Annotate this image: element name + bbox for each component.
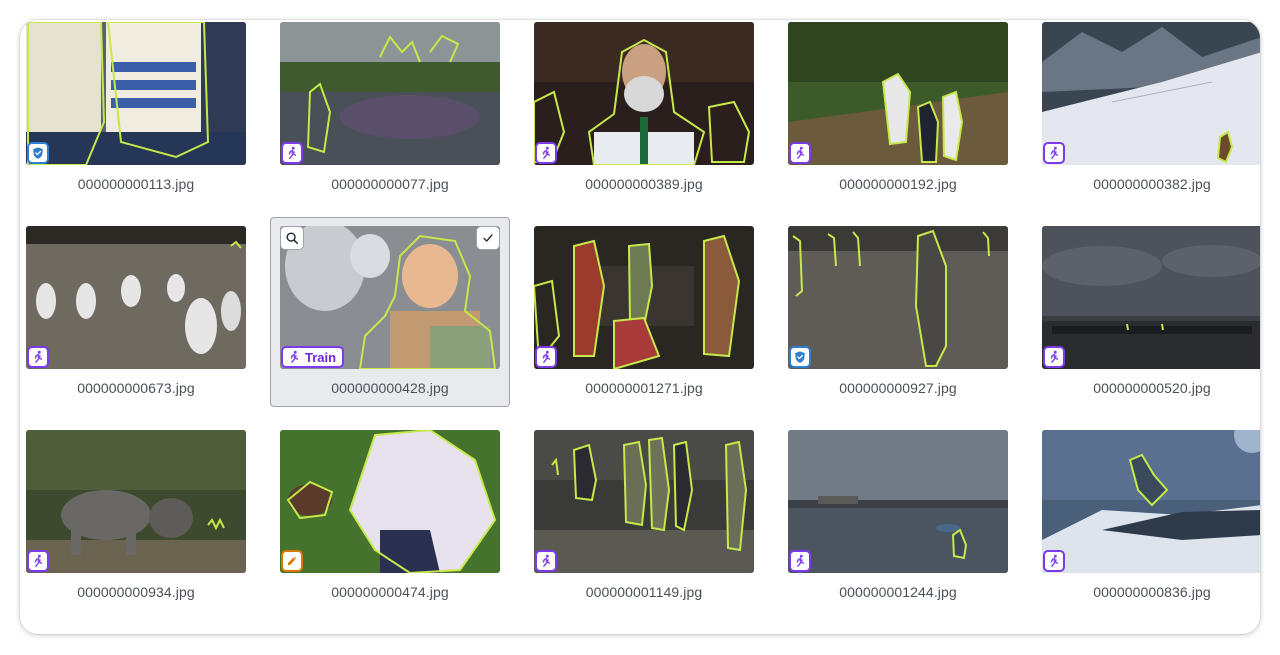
image-thumbnail[interactable] (534, 430, 754, 573)
image-filename: 000000000934.jpg (77, 584, 195, 600)
split-badge (281, 142, 303, 164)
runner-icon (1047, 350, 1061, 364)
split-badge (27, 346, 49, 368)
split-badge (789, 346, 811, 368)
thumbnail-image (1042, 226, 1260, 369)
image-thumbnail[interactable] (1042, 22, 1260, 165)
split-badge-expanded: Train (281, 346, 345, 368)
select-checkbox[interactable] (476, 226, 500, 250)
image-filename: 000000001271.jpg (585, 380, 703, 396)
split-badge (281, 550, 303, 572)
image-filename: 000000000428.jpg (331, 380, 449, 396)
image-thumbnail[interactable] (26, 22, 246, 165)
gallery-card[interactable]: 000000000673.jpg (20, 224, 274, 428)
thumbnail-image (1042, 22, 1260, 165)
image-thumbnail[interactable] (1042, 430, 1260, 573)
gallery-card[interactable]: 000000000474.jpg (274, 428, 528, 632)
thumbnail-image (1042, 430, 1260, 573)
image-filename: 000000000192.jpg (839, 176, 957, 192)
thumbnail-image (534, 430, 754, 573)
runner-icon (287, 350, 301, 364)
gallery-card[interactable]: 000000000192.jpg (782, 20, 1036, 224)
search-icon (286, 232, 299, 245)
gallery-card[interactable]: 000000001271.jpg (528, 224, 782, 428)
pencil-icon (285, 554, 299, 568)
thumbnail-image (280, 22, 500, 165)
thumbnail-image (26, 430, 246, 573)
gallery-card[interactable]: 000000000113.jpg (20, 20, 274, 224)
image-thumbnail[interactable] (788, 430, 1008, 573)
image-thumbnail[interactable] (788, 22, 1008, 165)
split-label: Train (305, 349, 337, 365)
gallery-card[interactable]: 000000000389.jpg (528, 20, 782, 224)
thumbnail-image (534, 22, 754, 165)
split-badge (1043, 550, 1065, 572)
image-thumbnail[interactable] (280, 430, 500, 573)
runner-icon (793, 554, 807, 568)
image-filename: 000000000389.jpg (585, 176, 703, 192)
gallery-card[interactable]: 000000000934.jpg (20, 428, 274, 632)
image-filename: 000000000382.jpg (1093, 176, 1211, 192)
image-filename: 000000001149.jpg (585, 584, 703, 600)
gallery-card[interactable]: 000000000836.jpg (1036, 428, 1260, 632)
gallery-card[interactable]: 000000000382.jpg (1036, 20, 1260, 224)
image-filename: 000000000113.jpg (77, 176, 195, 192)
split-badge (789, 142, 811, 164)
thumbnail-image (26, 226, 246, 369)
image-filename: 000000001244.jpg (839, 584, 957, 600)
thumbnail-image (788, 430, 1008, 573)
runner-icon (1047, 146, 1061, 160)
thumbnail-image (280, 430, 500, 573)
split-badge (1043, 346, 1065, 368)
image-gallery-panel: 000000000113.jpg 000000000077.jpg 000000… (20, 20, 1260, 634)
shield-icon (793, 350, 807, 364)
image-filename: 000000000673.jpg (77, 380, 195, 396)
image-thumbnail[interactable]: Train (280, 226, 500, 369)
thumbnail-image (534, 226, 754, 369)
runner-icon (31, 350, 45, 364)
image-filename: 000000000474.jpg (331, 584, 449, 600)
split-badge (535, 550, 557, 572)
image-filename: 000000000927.jpg (839, 380, 957, 396)
image-filename: 000000000077.jpg (331, 176, 449, 192)
image-thumbnail[interactable] (26, 226, 246, 369)
runner-icon (31, 554, 45, 568)
runner-icon (793, 146, 807, 160)
check-icon (483, 234, 493, 242)
zoom-button[interactable] (280, 226, 304, 250)
split-badge (535, 142, 557, 164)
image-thumbnail[interactable] (280, 22, 500, 165)
runner-icon (1047, 554, 1061, 568)
runner-icon (539, 146, 553, 160)
thumbnail-image (788, 226, 1008, 369)
gallery-card[interactable]: 000000001149.jpg (528, 428, 782, 632)
image-grid: 000000000113.jpg 000000000077.jpg 000000… (20, 20, 1260, 634)
runner-icon (285, 146, 299, 160)
gallery-card[interactable]: 000000000077.jpg (274, 20, 528, 224)
thumbnail-image (26, 22, 246, 165)
shield-icon (31, 146, 45, 160)
image-filename: 000000000520.jpg (1093, 380, 1211, 396)
gallery-card[interactable]: 000000000520.jpg (1036, 224, 1260, 428)
gallery-card[interactable]: Train 000000000428.jpg (274, 224, 528, 428)
split-badge (1043, 142, 1065, 164)
image-thumbnail[interactable] (534, 22, 754, 165)
image-thumbnail[interactable] (1042, 226, 1260, 369)
runner-icon (539, 350, 553, 364)
split-badge (27, 142, 49, 164)
runner-icon (539, 554, 553, 568)
gallery-card[interactable]: 000000001244.jpg (782, 428, 1036, 632)
split-badge (27, 550, 49, 572)
image-thumbnail[interactable] (788, 226, 1008, 369)
thumbnail-image (788, 22, 1008, 165)
image-filename: 000000000836.jpg (1093, 584, 1211, 600)
image-thumbnail[interactable] (26, 430, 246, 573)
gallery-card[interactable]: 000000000927.jpg (782, 224, 1036, 428)
split-badge (535, 346, 557, 368)
image-thumbnail[interactable] (534, 226, 754, 369)
split-badge (789, 550, 811, 572)
